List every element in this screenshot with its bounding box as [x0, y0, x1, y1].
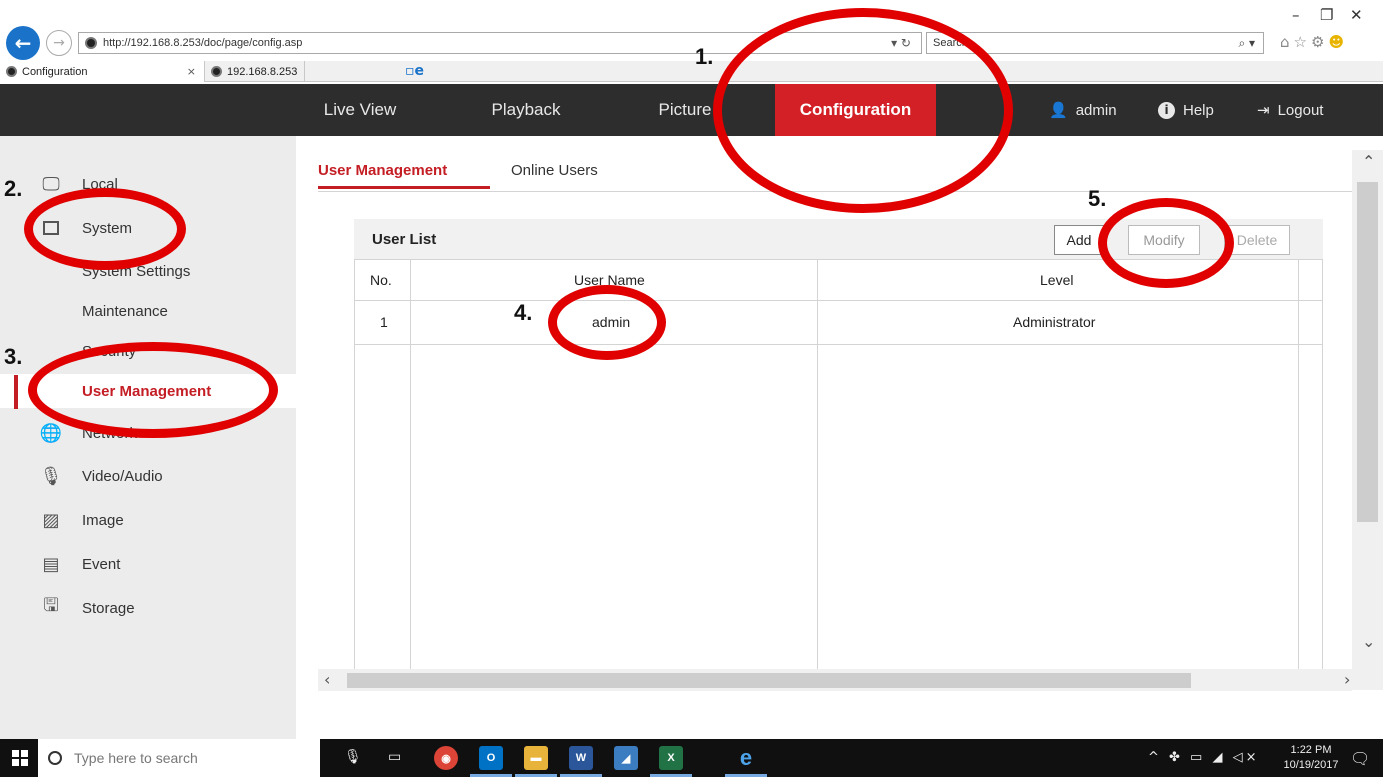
tab-label: 192.168.8.253	[227, 65, 298, 78]
site-icon	[85, 37, 97, 49]
browser-toolbar: ⌂☆⚙☻	[1280, 33, 1348, 51]
sidebar-item-video-audio[interactable]: 🎙 Video/Audio	[0, 459, 296, 493]
windows-start-icon[interactable]	[12, 750, 28, 766]
clock-date: 10/19/2017	[1283, 759, 1339, 771]
top-navigation: Live View Playback Picture Configuration…	[0, 84, 1383, 136]
forward-icon[interactable]: →	[46, 30, 72, 56]
url-text: http://192.168.8.253/doc/page/config.asp	[103, 37, 303, 49]
sidebar-item-maintenance[interactable]: Maintenance	[0, 294, 296, 328]
windows-taskbar: Type here to search 🎙 ▭ ◉ O ▬ W ◢ X e ^ …	[0, 739, 1383, 777]
taskbar-search-input[interactable]: Type here to search	[38, 739, 320, 777]
horizontal-scroll-thumb[interactable]	[347, 673, 1191, 688]
tab-label: Configuration	[22, 65, 88, 78]
tab-site-icon	[6, 66, 17, 77]
favorites-icon[interactable]: ☆	[1294, 33, 1311, 51]
tab-strip: Configuration × 192.168.8.253	[0, 61, 1383, 82]
user-menu[interactable]: 👤 admin	[1049, 84, 1117, 136]
cell-no: 1	[380, 314, 388, 330]
info-icon: i	[1158, 101, 1175, 119]
browser-tab-configuration[interactable]: Configuration ×	[0, 61, 205, 82]
annotation-number-4: 4.	[514, 300, 533, 325]
scroll-down-icon[interactable]: ⌄	[1362, 632, 1375, 651]
user-table: No. User Name Level 1 admin Administrato…	[354, 259, 1323, 671]
outlook-icon[interactable]: O	[470, 746, 512, 777]
annotation-number-3: 3.	[4, 344, 23, 369]
user-list-title: User List	[372, 231, 437, 248]
taskbar-search-placeholder: Type here to search	[74, 750, 198, 766]
sidebar-item-event[interactable]: ▤ Event	[0, 547, 296, 581]
nav-live-view[interactable]: Live View	[297, 84, 423, 136]
close-tab-icon[interactable]: ×	[187, 65, 196, 78]
new-tab-icon[interactable]: ▫e	[405, 63, 437, 81]
chrome-icon[interactable]: ◉	[434, 746, 458, 770]
annotation-oval-system	[24, 188, 186, 270]
word-icon[interactable]: W	[560, 746, 602, 777]
cortana-icon	[48, 751, 62, 765]
tab-site-icon	[211, 66, 222, 77]
column-divider	[1298, 260, 1299, 670]
scroll-up-icon[interactable]: ⌃	[1362, 152, 1375, 171]
task-view-icon[interactable]: ▭	[388, 749, 401, 765]
microphone-icon[interactable]: 🎙	[344, 749, 362, 765]
sidebar-item-image[interactable]: ▨ Image	[0, 503, 296, 537]
column-header-no: No.	[370, 272, 392, 288]
minimize-icon[interactable]: –	[1292, 6, 1300, 24]
restore-icon[interactable]: ❐	[1320, 6, 1333, 24]
excel-icon[interactable]: X	[650, 746, 692, 777]
logout-label: Logout	[1277, 101, 1324, 119]
vertical-scroll-thumb[interactable]	[1357, 182, 1378, 522]
active-tab-indicator	[318, 186, 490, 189]
cell-level: Administrator	[1013, 314, 1096, 330]
close-window-icon[interactable]: ✕	[1350, 6, 1363, 24]
annotation-oval-configuration	[713, 8, 1013, 213]
feedback-icon[interactable]: ☻	[1328, 33, 1348, 51]
clock-time: 1:22 PM	[1290, 744, 1332, 756]
back-icon[interactable]: ←	[6, 26, 40, 60]
user-name: admin	[1075, 101, 1117, 119]
microphone-icon: 🎙	[39, 465, 63, 487]
system-tray[interactable]: ^ ✤ ▭ ◢ ◁×	[1148, 750, 1260, 765]
floppy-disk-icon: 🖫	[43, 595, 59, 616]
tab-user-management[interactable]: User Management	[318, 162, 447, 179]
help-label: Help	[1183, 101, 1214, 119]
add-button[interactable]: Add	[1054, 225, 1104, 255]
annotation-number-1: 1.	[695, 44, 714, 69]
globe-icon: 🌐	[39, 422, 63, 444]
clock[interactable]: 1:22 PM 10/19/2017	[1282, 743, 1340, 773]
search-icon[interactable]: ⌕ ▾	[1238, 36, 1255, 51]
file-explorer-icon[interactable]: ▬	[515, 746, 557, 777]
image-icon: ▨	[42, 509, 60, 531]
annotation-oval-user-management	[28, 342, 278, 438]
annotation-number-5: 5.	[1088, 186, 1107, 211]
sidebar-item-storage[interactable]: 🖫 Storage	[0, 591, 296, 625]
settings-icon[interactable]: ⚙	[1311, 33, 1328, 51]
app-icon[interactable]: ◢	[614, 746, 638, 770]
annotation-oval-admin	[548, 285, 666, 360]
browser-tab-ip[interactable]: 192.168.8.253	[205, 61, 305, 82]
calendar-icon: ▤	[42, 553, 60, 575]
nav-playback[interactable]: Playback	[463, 84, 589, 136]
column-header-level: Level	[1040, 272, 1074, 288]
annotation-number-2: 2.	[4, 176, 23, 201]
home-icon[interactable]: ⌂	[1280, 33, 1294, 51]
table-row[interactable]: 1 admin Administrator	[355, 301, 1298, 344]
annotation-oval-modify	[1098, 198, 1234, 288]
help-link[interactable]: i Help	[1158, 84, 1214, 136]
internet-explorer-icon[interactable]: e	[725, 745, 767, 777]
scroll-right-icon[interactable]: ›	[1344, 670, 1350, 689]
logout-icon: ⇥	[1257, 101, 1270, 119]
user-icon: 👤	[1049, 101, 1068, 119]
notification-icon[interactable]: 🗨	[1350, 749, 1370, 768]
monitor-icon: 🖵	[42, 173, 60, 195]
logout-link[interactable]: ⇥ Logout	[1257, 84, 1323, 136]
row-divider	[355, 344, 1322, 345]
tab-online-users[interactable]: Online Users	[511, 162, 598, 179]
scroll-left-icon[interactable]: ‹	[324, 670, 330, 689]
